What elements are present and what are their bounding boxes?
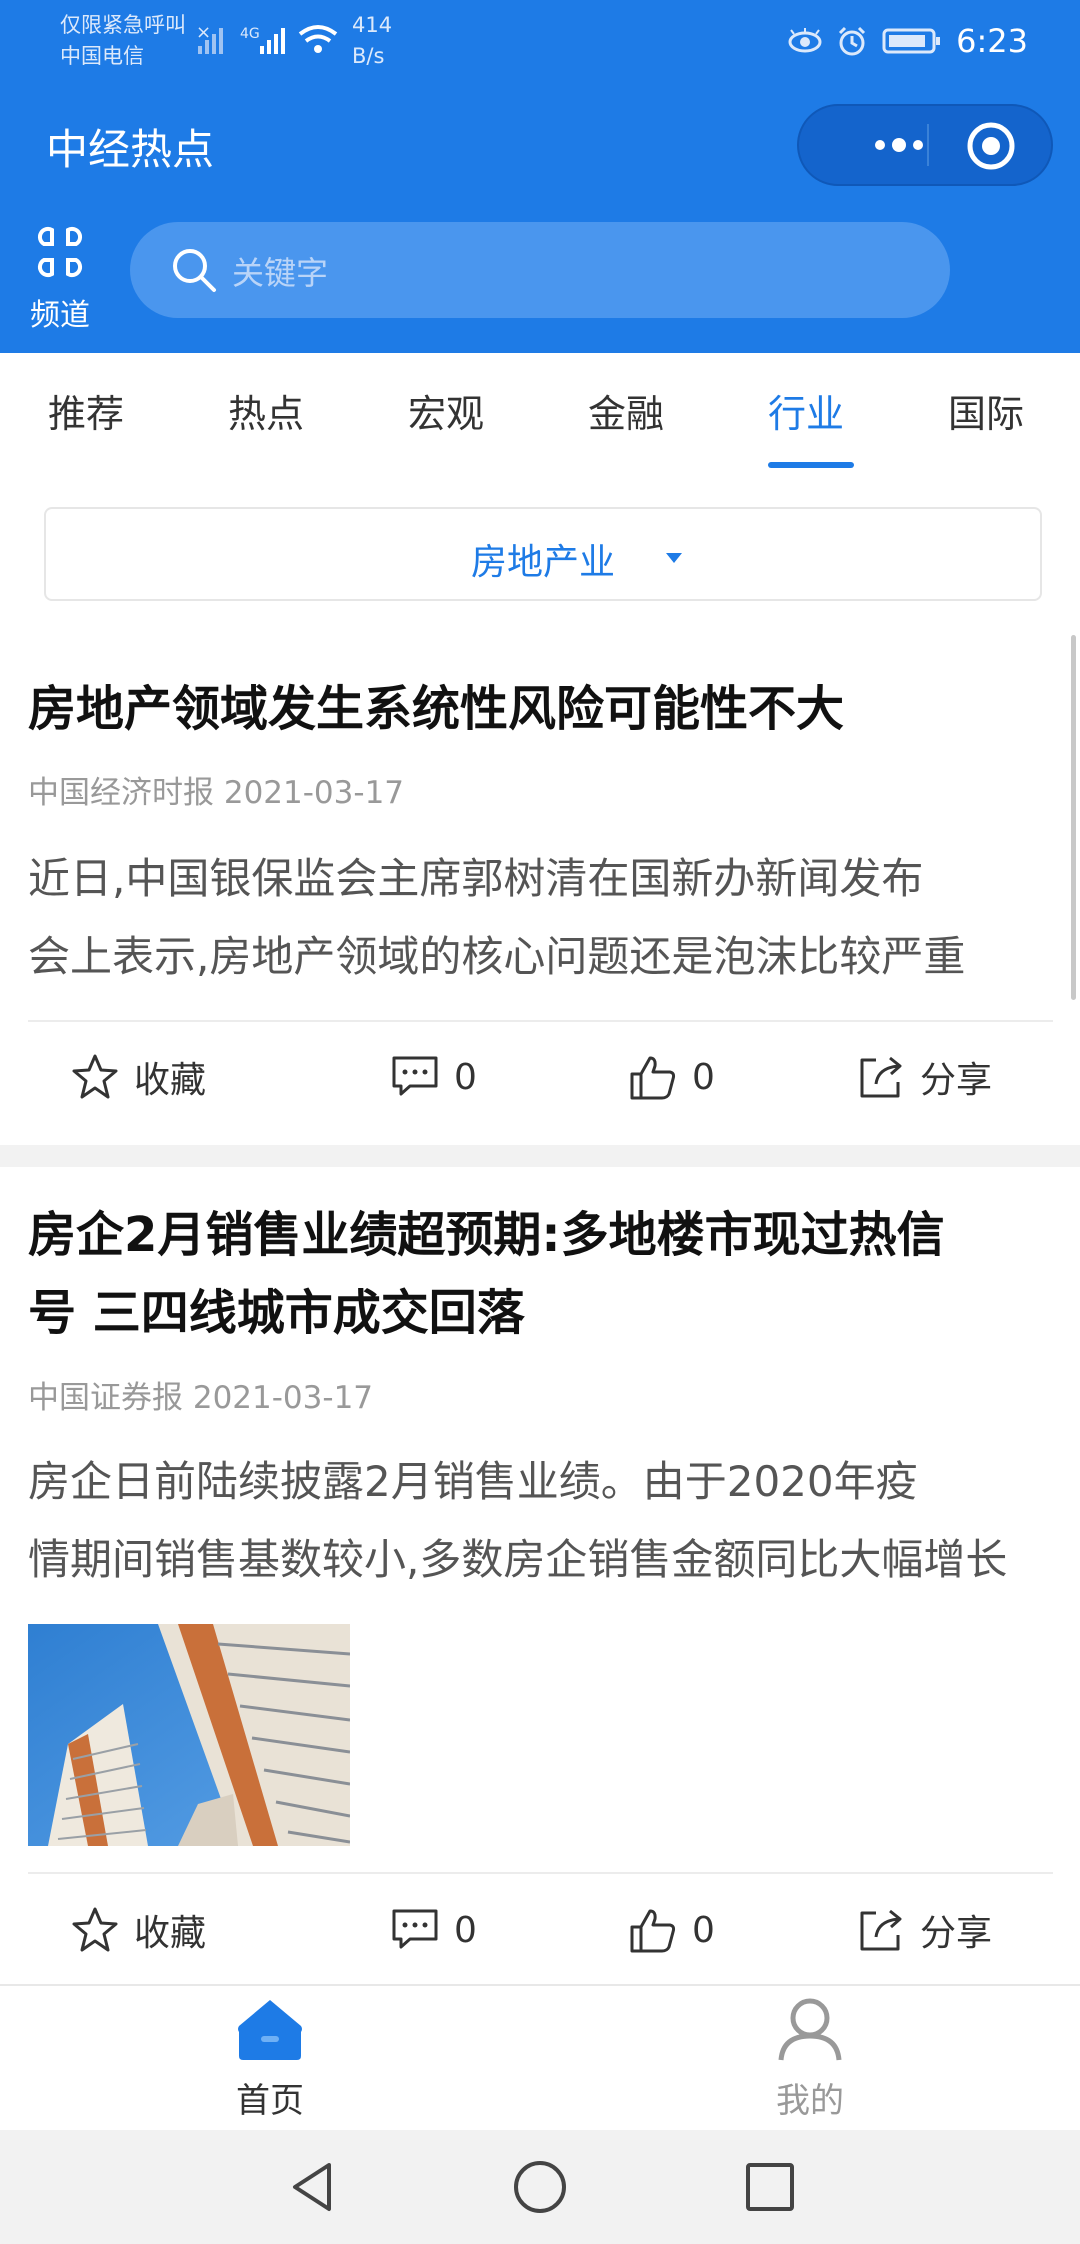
app-title: 中经热点	[46, 125, 215, 174]
article-source: 中国证券报 2021-03-17	[28, 1380, 374, 1416]
recents-icon[interactable]	[742, 2159, 798, 2215]
nav-mine-label: 我的	[776, 2081, 844, 2121]
comment-button[interactable]: 0	[390, 1875, 477, 1985]
eye-icon	[788, 28, 822, 53]
speed-value: 414	[352, 13, 393, 37]
carrier-line2: 中国电信	[60, 44, 144, 68]
article-source: 中国经济时报 2021-03-17	[28, 775, 405, 811]
signal-icon: × 4G	[196, 22, 338, 54]
collect-label: 收藏	[134, 1913, 207, 1954]
building-image	[28, 1624, 350, 1846]
thumbs-up-icon	[630, 1056, 676, 1100]
comment-icon	[392, 1909, 438, 1949]
network-speed: 414 B/s	[352, 10, 392, 72]
like-count: 0	[692, 1056, 715, 1098]
svg-text:×: ×	[196, 22, 211, 43]
back-icon[interactable]	[285, 2159, 341, 2215]
system-navigation-bar	[0, 2130, 1080, 2244]
category-tabs: 推荐 热点 宏观 金融 行业 国际	[0, 353, 1080, 468]
close-target-icon[interactable]	[965, 120, 1017, 172]
alarm-icon	[839, 26, 866, 56]
like-button[interactable]: 0	[628, 1022, 715, 1132]
tab-macro[interactable]: 宏观	[408, 383, 484, 438]
share-label: 分享	[920, 1060, 993, 1101]
home-circle-icon[interactable]	[512, 2159, 568, 2215]
like-button[interactable]: 0	[628, 1875, 715, 1985]
summary-line: 房企日前陆续披露2月销售业绩。由于2020年疫	[28, 1457, 918, 1506]
article-summary[interactable]: 近日,中国银保监会主席郭树清在国新办新闻发布 会上表示,房地产领域的核心问题还是…	[28, 840, 1053, 996]
svg-text:4G: 4G	[240, 26, 260, 42]
tab-finance[interactable]: 金融	[588, 383, 664, 438]
tab-industry[interactable]: 行业	[768, 383, 844, 438]
industry-filter-dropdown[interactable]: 房地产业	[44, 507, 1042, 601]
summary-line: 情期间销售基数较小,多数房企销售金额同比大幅增长	[28, 1535, 1008, 1584]
title-line: 房企2月销售业绩超预期:多地楼市现过热信	[28, 1207, 945, 1263]
article-separator	[0, 1145, 1080, 1167]
share-icon	[860, 1909, 902, 1951]
active-tab-indicator	[768, 462, 854, 468]
article-actions: 收藏 0 0 分享	[0, 1022, 1080, 1132]
tab-hot[interactable]: 热点	[228, 383, 304, 438]
star-icon	[72, 1907, 118, 1952]
article-thumbnail[interactable]	[28, 1624, 350, 1846]
user-icon	[778, 1998, 842, 2061]
tab-international[interactable]: 国际	[948, 383, 1024, 438]
share-label: 分享	[920, 1913, 993, 1954]
summary-line: 近日,中国银保监会主席郭树清在国新办新闻发布	[28, 854, 924, 903]
home-icon	[238, 2000, 302, 2060]
collect-button[interactable]: 收藏	[70, 1022, 206, 1132]
title-line: 号 三四线城市成交回落	[28, 1285, 525, 1341]
article-title[interactable]: 房企2月销售业绩超预期:多地楼市现过热信 号 三四线城市成交回落	[28, 1196, 1058, 1352]
thumbs-up-icon	[630, 1909, 676, 1953]
star-icon	[72, 1054, 118, 1099]
divider	[28, 1872, 1053, 1874]
nav-home-label: 首页	[236, 2081, 304, 2121]
comment-count: 0	[454, 1056, 477, 1098]
article-actions: 收藏 0 0 分享	[0, 1875, 1080, 1985]
grid-icon	[37, 226, 83, 278]
mini-program-capsule	[797, 104, 1053, 186]
nav-home[interactable]: 首页	[170, 1996, 370, 2122]
speed-unit: B/s	[352, 44, 385, 68]
search-icon	[173, 249, 216, 292]
chevron-down-icon	[666, 553, 682, 563]
share-icon	[860, 1056, 902, 1098]
collect-button[interactable]: 收藏	[70, 1875, 206, 1985]
carrier-info: 仅限紧急呼叫 中国电信	[60, 10, 186, 72]
comment-button[interactable]: 0	[390, 1022, 477, 1132]
nav-mine[interactable]: 我的	[710, 1996, 910, 2122]
summary-line: 会上表示,房地产领域的核心问题还是泡沫比较严重	[28, 932, 966, 981]
status-right: 6:23	[788, 18, 1028, 64]
channel-label: 频道	[30, 298, 90, 333]
comment-icon	[392, 1056, 438, 1096]
battery-icon	[882, 28, 941, 54]
dropdown-value: 房地产业	[470, 542, 615, 583]
clock: 6:23	[956, 22, 1028, 60]
channel-button[interactable]: 频道	[20, 222, 100, 342]
like-count: 0	[692, 1909, 715, 1951]
collect-label: 收藏	[134, 1060, 207, 1101]
search-input[interactable]: 关键字	[130, 222, 950, 318]
scrollbar[interactable]	[1071, 635, 1076, 1000]
share-button[interactable]: 分享	[856, 1022, 992, 1132]
comment-count: 0	[454, 1909, 477, 1951]
search-placeholder: 关键字	[232, 254, 329, 292]
article-title[interactable]: 房地产领域发生系统性风险可能性不大	[28, 670, 1058, 748]
bottom-tab-bar: 首页 我的	[0, 1984, 1080, 2132]
capsule-divider	[927, 124, 929, 166]
status-bar: 仅限紧急呼叫 中国电信 × 4G 414 B/s 6:23	[0, 0, 1080, 80]
article-summary[interactable]: 房企日前陆续披露2月销售业绩。由于2020年疫 情期间销售基数较小,多数房企销售…	[28, 1443, 1053, 1599]
share-button[interactable]: 分享	[856, 1875, 992, 1985]
carrier-line1: 仅限紧急呼叫	[60, 13, 186, 37]
tab-recommend[interactable]: 推荐	[48, 383, 124, 438]
